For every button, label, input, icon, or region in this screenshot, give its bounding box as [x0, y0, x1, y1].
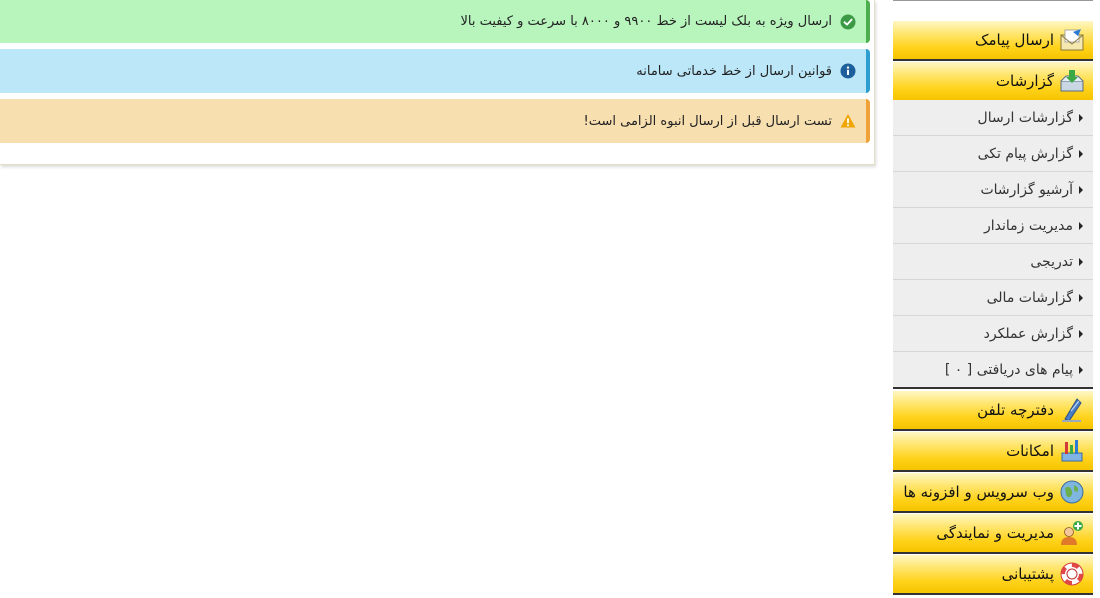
menu-section-web-service[interactable]: وب سرویس و افزونه ها	[893, 473, 1093, 513]
user-add-icon	[1061, 521, 1083, 545]
caret-right-icon	[1079, 365, 1083, 374]
menu-section-phonebook[interactable]: دفترچه تلفن	[893, 391, 1093, 431]
alert-success[interactable]: ارسال ویژه به بلک لیست از خط ۹۹۰۰ و ۸۰۰۰…	[0, 0, 870, 43]
notebook-icon	[1062, 398, 1082, 422]
menu-section-label: ارسال پیامک	[975, 31, 1054, 49]
alert-info-text: قوانین ارسال از خط خدماتی سامانه	[636, 63, 832, 79]
menu-section-management[interactable]: مدیریت و نمایندگی	[893, 514, 1093, 554]
sidebar-item-label: تدریجی	[1030, 253, 1073, 270]
check-circle-icon	[840, 14, 856, 29]
menu-section-label: امکانات	[1006, 442, 1054, 460]
sidebar-item-gradual[interactable]: تدریجی	[893, 244, 1093, 280]
menu-section-label: گزارشات	[995, 72, 1054, 90]
notice-panel: ارسال ویژه به بلک لیست از خط ۹۹۰۰ و ۸۰۰۰…	[0, 0, 875, 165]
alert-warning[interactable]: تست ارسال قبل از ارسال انبوه الزامی است!	[0, 99, 870, 143]
inbox-download-icon	[1060, 70, 1084, 92]
sidebar-item-send-reports[interactable]: گزارشات ارسال	[893, 100, 1093, 136]
sidebar-item-label: پیام های دریافتی [ ۰ ]	[944, 361, 1073, 378]
caret-right-icon	[1079, 329, 1083, 338]
sidebar-item-scheduled-management[interactable]: مدیریت زماندار	[893, 208, 1093, 244]
envelope-icon	[1060, 29, 1084, 51]
menu-section-label: وب سرویس و افزونه ها	[903, 483, 1054, 501]
sidebar-item-label: مدیریت زماندار	[984, 217, 1073, 234]
menu-section-label: دفترچه تلفن	[977, 401, 1054, 419]
tools-icon	[1061, 440, 1083, 462]
sidebar-menu: ارسال پیامک گزارشات گزارشات ارسال گزارش …	[893, 0, 1093, 598]
caret-right-icon	[1079, 185, 1083, 194]
sidebar-item-label: گزارشات ارسال	[977, 109, 1073, 126]
caret-right-icon	[1079, 113, 1083, 122]
alert-warning-text: تست ارسال قبل از ارسال انبوه الزامی است!	[583, 113, 832, 129]
lifebuoy-icon	[1060, 562, 1084, 586]
sidebar-item-label: گزارش عملکرد	[983, 325, 1073, 342]
caret-right-icon	[1079, 257, 1083, 266]
menu-section-label: پشتیبانی	[1001, 565, 1054, 583]
caret-right-icon	[1079, 221, 1083, 230]
sidebar-item-financial-reports[interactable]: گزارشات مالی	[893, 280, 1093, 316]
menu-section-support[interactable]: پشتیبانی	[893, 555, 1093, 595]
sidebar-item-label: آرشیو گزارشات	[980, 181, 1073, 198]
sidebar-item-single-message-report[interactable]: گزارش پیام تکی	[893, 136, 1093, 172]
caret-right-icon	[1079, 149, 1083, 158]
sidebar-item-reports-archive[interactable]: آرشیو گزارشات	[893, 172, 1093, 208]
sidebar-item-received-messages[interactable]: پیام های دریافتی [ ۰ ]	[893, 352, 1093, 389]
sidebar-divider	[893, 0, 1093, 1]
sidebar-item-label: گزارش پیام تکی	[977, 145, 1073, 162]
caret-right-icon	[1079, 293, 1083, 302]
menu-section-send-sms[interactable]: ارسال پیامک	[893, 21, 1093, 61]
sidebar-item-label: گزارشات مالی	[986, 289, 1073, 306]
info-circle-icon	[840, 63, 856, 79]
menu-section-features[interactable]: امکانات	[893, 432, 1093, 472]
alert-info[interactable]: قوانین ارسال از خط خدماتی سامانه	[0, 49, 870, 93]
menu-section-label: مدیریت و نمایندگی	[936, 524, 1054, 542]
warning-triangle-icon	[840, 114, 856, 128]
menu-section-reports[interactable]: گزارشات	[893, 62, 1093, 102]
globe-icon	[1060, 480, 1084, 504]
sidebar-item-performance-report[interactable]: گزارش عملکرد	[893, 316, 1093, 352]
alert-success-text: ارسال ویژه به بلک لیست از خط ۹۹۰۰ و ۸۰۰۰…	[460, 14, 832, 29]
